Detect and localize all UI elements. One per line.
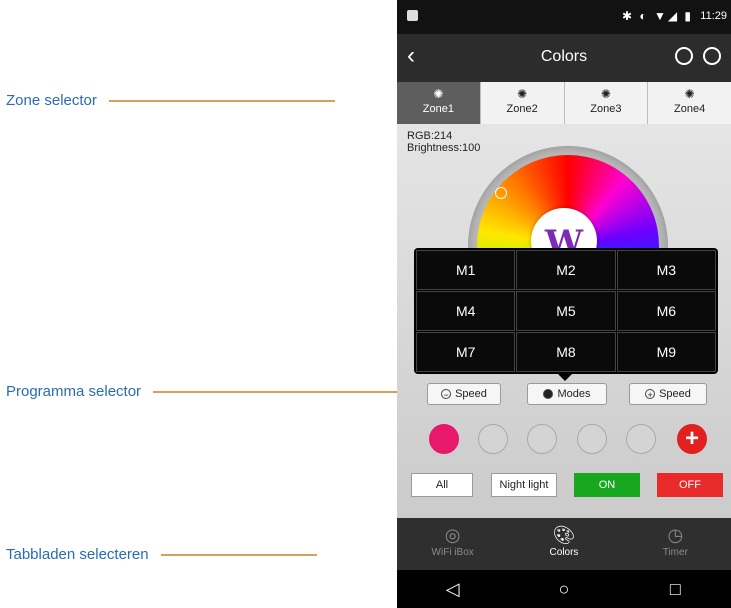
power-controls: All Night light ON OFF [397,473,731,497]
speed-down-button[interactable]: − Speed [427,383,501,405]
night-light-button[interactable]: Night light [491,473,557,497]
annotation-label: Zone selector [6,92,97,109]
zone-label: Zone2 [506,103,538,115]
modes-icon [543,389,554,399]
speed-up-label: Speed [659,388,691,400]
annotation-zone-selector: Zone selector [6,92,335,109]
annotation-line [108,99,335,102]
status-bar: ✱ ◐ ▼◢ ▮ 11:29 [397,0,731,34]
menu-circle-icon[interactable] [703,47,721,65]
tab-zone4[interactable]: ✺ Zone4 [648,82,731,124]
phone-screen: ✱ ◐ ▼◢ ▮ 11:29 ‹ Colors ✺ Zone1 ✺ Zone2 … [397,0,731,608]
mode-button-m9[interactable]: M9 [616,332,716,372]
color-info: RGB:214 Brightness:100 [407,130,480,154]
mode-button-m1[interactable]: M1 [416,250,516,290]
swatch-1[interactable] [429,424,459,454]
annotation-label: Programma selector [6,383,142,400]
tab-timer[interactable]: ◷ Timer [620,518,731,570]
status-time: 11:29 [700,10,727,22]
android-nav-bar: ◁ ○ □ [397,570,731,608]
popup-arrow [557,373,573,381]
swatch-4[interactable] [577,424,607,454]
off-button[interactable]: OFF [657,473,723,497]
bulb-icon: ✺ [684,87,695,101]
bulb-icon: ✺ [433,87,444,101]
recent-apps-icon[interactable]: □ [620,570,731,608]
annotation-tabs: Tabbladen selecteren [6,546,317,563]
tab-zone3[interactable]: ✺ Zone3 [565,82,649,124]
notification-icon [407,10,418,21]
zone-label: Zone4 [674,103,706,115]
brightness-value: Brightness:100 [407,142,481,154]
color-cursor[interactable] [495,187,507,199]
mode-button-m6[interactable]: M6 [616,291,716,331]
mode-button-m7[interactable]: M7 [416,332,516,372]
mode-button-m4[interactable]: M4 [416,291,516,331]
tab-label: Timer [662,547,688,558]
all-button[interactable]: All [411,473,473,497]
bulb-icon: ✺ [600,87,611,101]
speed-down-label: Speed [455,388,487,400]
color-swatches: + [397,424,731,458]
tab-wifi-ibox[interactable]: ◎ WiFi iBox [397,518,508,570]
modes-button[interactable]: Modes [527,383,607,405]
speed-up-button[interactable]: + Speed [629,383,707,405]
swatch-2[interactable] [478,424,508,454]
mode-button-m5[interactable]: M5 [516,291,616,331]
clock-icon: ◷ [667,525,684,545]
swatch-3[interactable] [527,424,557,454]
compass-icon[interactable] [675,47,693,65]
tab-colors[interactable]: 🎨︎ Colors [508,518,619,570]
palette-icon: 🎨︎ [552,525,576,545]
title-bar: ‹ Colors [397,34,731,82]
mode-controls: − Speed Modes + Speed [397,383,731,411]
zone-label: Zone1 [422,103,454,115]
zone-label: Zone3 [590,103,622,115]
mode-button-m8[interactable]: M8 [516,332,616,372]
home-icon[interactable]: ○ [508,570,619,608]
tab-label: WiFi iBox [431,547,474,558]
modes-label: Modes [557,388,591,400]
tab-bar: ◎ WiFi iBox 🎨︎ Colors ◷ Timer [397,518,731,570]
annotation-line [160,553,317,556]
plus-circle-icon: + [645,389,656,400]
mode-button-m2[interactable]: M2 [516,250,616,290]
mode-grid: M1 M2 M3 M4 M5 M6 M7 M8 M9 [414,248,718,374]
minus-circle-icon: − [441,389,452,400]
tab-zone1[interactable]: ✺ Zone1 [397,82,481,124]
bulb-icon: ◎ [444,525,461,545]
back-icon[interactable]: ◁ [397,570,508,608]
status-icons: ✱ ◐ ▼◢ ▮ [621,9,693,23]
zone-selector: ✺ Zone1 ✺ Zone2 ✺ Zone3 ✺ Zone4 [397,82,731,125]
on-button[interactable]: ON [574,473,640,497]
mode-button-m3[interactable]: M3 [616,250,716,290]
tab-label: Colors [549,547,579,558]
bulb-icon: ✺ [517,87,528,101]
color-panel: RGB:214 Brightness:100 W M1 M2 M3 M4 M5 … [397,124,731,518]
rgb-value: RGB:214 [407,130,453,142]
annotation-label: Tabbladen selecteren [6,546,149,563]
swatch-5[interactable] [626,424,656,454]
tab-zone2[interactable]: ✺ Zone2 [481,82,565,124]
add-swatch-button[interactable]: + [677,424,707,454]
